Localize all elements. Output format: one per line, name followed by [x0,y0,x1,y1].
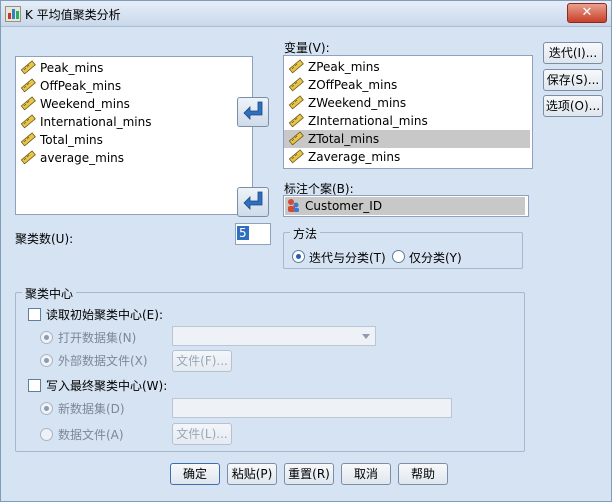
reset-button[interactable]: 重置(R) [284,463,334,485]
open-dataset-label[interactable]: 打开数据集(N) [58,329,136,346]
new-dataset-name-input[interactable] [172,398,452,418]
help-button[interactable]: 帮助 [398,463,448,485]
ruler-icon [288,95,304,110]
move-to-case-label-button[interactable] [237,187,269,217]
close-button[interactable]: ✕ [567,3,607,23]
arrow-right-icon [243,101,263,120]
case-label-field[interactable]: Customer_ID [283,195,529,217]
radio-data-file[interactable] [40,428,53,441]
classify-only-label[interactable]: 仅分类(Y) [409,249,462,266]
radio-iterate-classify[interactable] [292,250,305,263]
ruler-icon [288,149,304,164]
method-group: 方法 迭代与分类(T) 仅分类(Y) [283,225,523,269]
save-button[interactable]: 保存(S)... [543,69,603,91]
new-dataset-label[interactable]: 新数据集(D) [58,400,125,417]
num-clusters-label: 聚类数(U): [15,232,74,246]
data-file-label[interactable]: 数据文件(A) [58,426,124,443]
move-to-variables-button[interactable] [237,97,269,127]
ruler-icon [20,150,36,165]
ok-button[interactable]: 确定 [170,463,220,485]
case-label-value[interactable]: Customer_ID [285,197,525,215]
ruler-icon [20,114,36,129]
ruler-icon [288,59,304,74]
options-button[interactable]: 选项(O)... [543,95,603,117]
num-clusters-input[interactable]: 5 [235,223,271,245]
ruler-icon [288,113,304,128]
read-initial-checkbox[interactable] [28,308,41,321]
ruler-icon [20,96,36,111]
list-item[interactable]: ZInternational_mins [288,112,428,130]
ruler-icon [288,131,304,146]
list-item[interactable]: ZOffPeak_mins [288,76,397,94]
external-file-label[interactable]: 外部数据文件(X) [58,352,148,369]
file-button-write[interactable]: 文件(L)... [172,423,232,445]
nominal-person-icon [288,199,299,212]
dialog-window: K 平均值聚类分析 ✕ Peak_mins OffPeak_mins Weeke… [0,0,612,502]
ruler-icon [20,132,36,147]
list-item[interactable]: Total_mins [20,131,103,149]
file-button-read[interactable]: 文件(F)... [172,350,232,372]
list-item[interactable]: Weekend_mins [20,95,130,113]
ruler-icon [288,77,304,92]
radio-open-dataset[interactable] [40,331,53,344]
variables-list[interactable]: ZPeak_mins ZOffPeak_mins ZWeekend_mins Z… [283,55,533,169]
read-initial-label[interactable]: 读取初始聚类中心(E): [46,306,163,323]
radio-classify-only[interactable] [392,250,405,263]
list-item[interactable]: ZPeak_mins [288,58,380,76]
ruler-icon [20,78,36,93]
method-title: 方法 [290,225,321,242]
list-item-selected[interactable]: ZTotal_mins [284,130,530,148]
open-dataset-select[interactable] [172,326,376,346]
list-item[interactable]: ZWeekend_mins [288,94,406,112]
list-item[interactable]: Peak_mins [20,59,103,77]
iterate-button[interactable]: 迭代(I)... [543,42,603,64]
cancel-button[interactable]: 取消 [341,463,391,485]
ruler-icon [20,60,36,75]
list-item[interactable]: average_mins [20,149,124,167]
list-item[interactable]: International_mins [20,113,151,131]
app-icon [5,6,21,22]
source-variable-list[interactable]: Peak_mins OffPeak_mins Weekend_mins Inte… [15,56,253,215]
radio-external-file[interactable] [40,354,53,367]
window-title: K 平均值聚类分析 [25,8,121,22]
arrow-right-icon [243,191,263,210]
radio-new-dataset[interactable] [40,402,53,415]
variables-label: 变量(V): [284,41,330,55]
cluster-centers-title: 聚类中心 [22,285,77,302]
title-bar: K 平均值聚类分析 ✕ [1,1,611,27]
cluster-centers-group: 聚类中心 读取初始聚类中心(E): 打开数据集(N) 外部数据文件(X) 文件(… [15,285,525,452]
write-final-label[interactable]: 写入最终聚类中心(W): [46,377,167,394]
paste-button[interactable]: 粘贴(P) [227,463,277,485]
write-final-checkbox[interactable] [28,379,41,392]
iterate-classify-label[interactable]: 迭代与分类(T) [309,249,386,266]
chevron-down-icon [362,334,370,339]
list-item[interactable]: OffPeak_mins [20,77,121,95]
list-item[interactable]: Zaverage_mins [288,148,400,166]
